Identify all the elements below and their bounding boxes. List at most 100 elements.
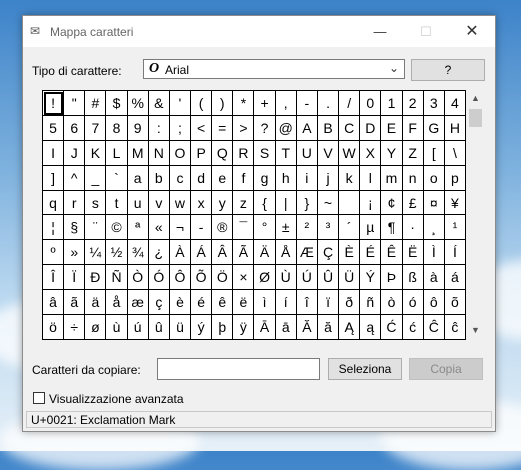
character-cell[interactable]: ā [275,315,297,340]
character-cell[interactable]: R [233,140,255,166]
character-cell[interactable]: 4 [444,91,466,116]
character-cell[interactable]: Ê [381,240,403,266]
character-cell[interactable]: Z [402,140,424,166]
character-cell[interactable]: Ë [402,240,424,266]
character-cell[interactable]: Â [212,240,234,266]
character-cell[interactable]: ä [85,290,107,316]
character-cell[interactable]: ² [296,215,318,241]
character-cell[interactable]: Ą [339,315,361,340]
character-cell[interactable]: Y [381,140,403,166]
character-cell[interactable]: ¨ [85,215,107,241]
character-cell[interactable]: ¤ [423,190,445,216]
character-cell[interactable]: ĉ [444,315,466,340]
character-cell[interactable]: & [148,91,170,116]
character-cell[interactable]: ÿ [233,315,255,340]
character-cell[interactable]: $ [106,91,128,116]
character-cell[interactable]: 3 [423,91,445,116]
character-cell[interactable]: B [317,115,340,141]
character-cell[interactable]: ø [85,315,107,340]
select-button[interactable]: Seleziona [328,358,402,380]
character-cell[interactable]: a [127,165,149,191]
character-cell[interactable]: f [233,165,255,191]
character-cell[interactable]: ñ [360,290,382,316]
character-cell[interactable]: Ö [212,265,234,291]
character-cell[interactable]: ] [43,165,65,191]
character-cell[interactable]: Ä [254,240,276,266]
character-cell[interactable]: ò [381,290,403,316]
character-cell[interactable]: ! [43,91,65,116]
character-cell[interactable]: ) [212,91,234,116]
character-cell[interactable]: L [106,140,128,166]
grid-scrollbar[interactable]: ▲ ▼ [467,90,484,339]
character-cell[interactable]: ¿ [148,240,170,266]
character-cell[interactable]: ú [127,315,149,340]
copy-button[interactable]: Copia [409,358,483,380]
character-cell[interactable]: ç [148,290,170,316]
character-cell[interactable]: u [127,190,149,216]
character-cell[interactable]: ® [212,215,234,241]
character-cell[interactable]: ¦ [43,215,65,241]
character-cell[interactable]: r [64,190,86,216]
character-cell[interactable]: ¢ [381,190,403,216]
character-cell[interactable]: K [85,140,107,166]
character-cell[interactable]: , [275,91,297,116]
character-cell[interactable]: t [106,190,128,216]
character-cell[interactable]: p [444,165,466,191]
close-button[interactable]: ✕ [449,16,495,47]
character-cell[interactable]: T [275,140,297,166]
character-cell[interactable]: í [275,290,297,316]
character-cell[interactable]: \ [444,140,466,166]
character-cell[interactable]: W [339,140,361,166]
character-cell[interactable]: / [339,91,361,116]
scrollbar-thumb[interactable] [469,109,482,127]
character-cell[interactable]: Ï [64,265,86,291]
character-cell[interactable]: _ [85,165,107,191]
character-cell[interactable] [339,190,361,216]
character-cell[interactable]: Ý [360,265,382,291]
character-cell[interactable]: Ñ [106,265,128,291]
character-cell[interactable]: x [191,190,213,216]
character-cell[interactable]: D [360,115,382,141]
character-cell[interactable]: ¬ [169,215,192,241]
character-cell[interactable]: å [106,290,128,316]
character-cell[interactable]: X [360,140,382,166]
character-cell[interactable]: ª [127,215,149,241]
character-cell[interactable]: < [191,115,213,141]
character-cell[interactable]: 5 [43,115,65,141]
character-cell[interactable]: [ [423,140,445,166]
character-cell[interactable]: N [148,140,170,166]
character-cell[interactable]: Î [43,265,65,291]
character-cell[interactable]: | [275,190,297,216]
character-cell[interactable]: " [64,91,86,116]
character-cell[interactable]: Ò [127,265,149,291]
character-cell[interactable]: > [233,115,255,141]
character-cell[interactable]: Á [191,240,213,266]
character-cell[interactable]: ½ [106,240,128,266]
character-cell[interactable]: b [148,165,170,191]
character-cell[interactable]: Ð [85,265,107,291]
character-cell[interactable]: G [423,115,445,141]
character-grid[interactable]: ! " # $% & '() * +, -./0 1 2 3 4 5 6 7 8 9:; < = >? @ A B C D E F G H… [42,90,466,340]
character-cell[interactable]: · [402,215,424,241]
character-cell[interactable]: ö [43,315,65,340]
character-cell[interactable]: ^ [64,165,86,191]
character-cell[interactable]: À [169,240,192,266]
character-cell[interactable]: h [275,165,297,191]
character-cell[interactable]: k [339,165,361,191]
character-cell[interactable]: ã [64,290,86,316]
character-cell[interactable]: Û [317,265,340,291]
character-cell[interactable]: û [148,315,170,340]
character-cell[interactable]: ü [169,315,192,340]
chevron-up-icon[interactable]: ▲ [467,90,484,107]
character-cell[interactable]: ¶ [381,215,403,241]
character-cell[interactable]: á [444,265,466,291]
character-cell[interactable]: o [423,165,445,191]
character-cell[interactable]: 2 [402,91,424,116]
character-cell[interactable]: Í [444,240,466,266]
character-cell[interactable]: Ă [296,315,318,340]
character-cell[interactable]: õ [444,290,466,316]
character-cell[interactable]: = [212,115,234,141]
character-cell[interactable]: ? [254,115,276,141]
character-cell[interactable]: i [296,165,318,191]
character-cell[interactable]: m [381,165,403,191]
